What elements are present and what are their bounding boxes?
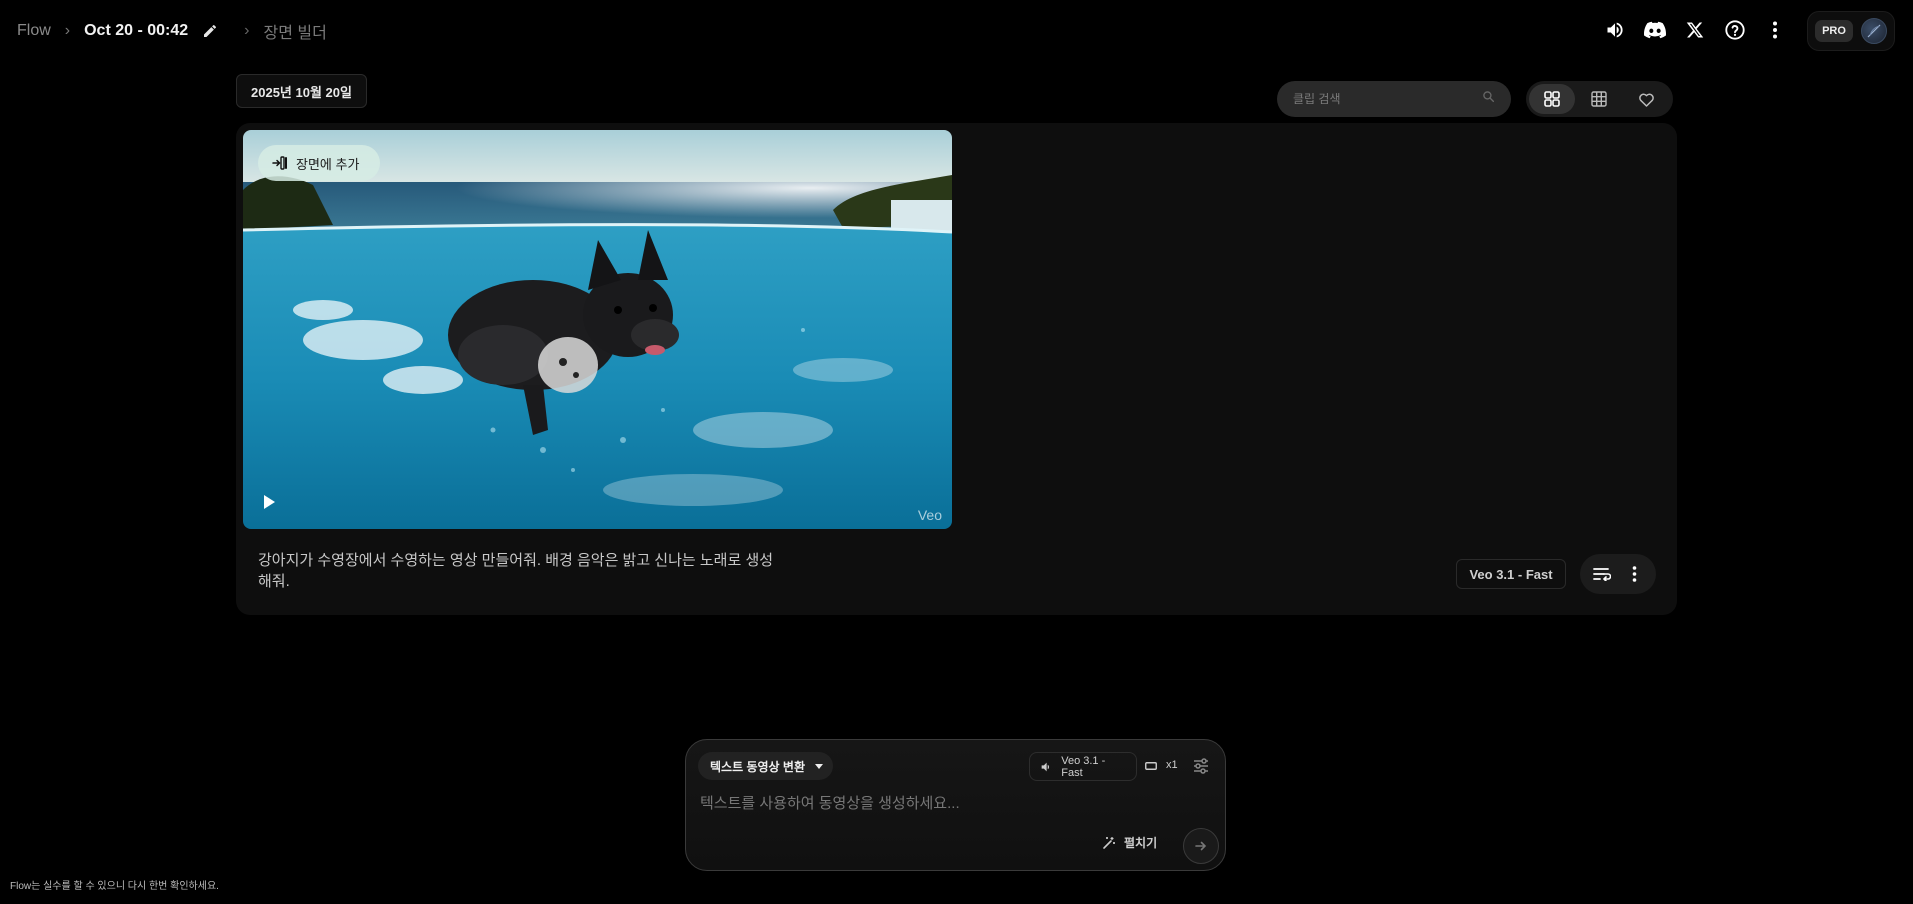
speaker-icon: [1041, 762, 1050, 771]
discord-icon[interactable]: [1635, 16, 1675, 44]
view-toggle: [1526, 81, 1673, 117]
clip-card: 장면에 추가 Veo 강아지가 수영장에서 수영하는 영상 만들어줘. 배경 음…: [236, 123, 1677, 615]
play-icon[interactable]: [261, 493, 279, 511]
heart-icon: [1638, 93, 1654, 107]
magic-wand-icon: [1103, 836, 1115, 849]
add-to-scene-button[interactable]: 장면에 추가: [258, 145, 380, 181]
mode-select[interactable]: 텍스트 동영상 변환: [698, 752, 833, 780]
speaker-icon[interactable]: [1595, 16, 1635, 44]
compact-grid-view-button[interactable]: [1576, 84, 1622, 114]
grid-view-button[interactable]: [1529, 84, 1575, 114]
account-area[interactable]: PRO: [1807, 11, 1895, 51]
caret-down-icon: [815, 763, 823, 769]
clip-search: [1277, 81, 1511, 117]
favorites-button[interactable]: [1623, 84, 1669, 114]
settings-sliders-icon[interactable]: [1192, 757, 1210, 775]
breadcrumb-flow-link[interactable]: Flow: [17, 22, 51, 40]
video-thumbnail[interactable]: 장면에 추가 Veo: [243, 130, 952, 529]
chevron-right-icon: ›: [64, 22, 71, 39]
date-group-label: 2025년 10월 20일: [236, 74, 367, 108]
disclaimer-text: Flow는 실수를 할 수 있으니 다시 한번 확인하세요.: [10, 881, 219, 892]
clip-actions: [1580, 554, 1656, 594]
top-icon-group: [1595, 16, 1795, 44]
clip-more-button[interactable]: [1619, 559, 1649, 589]
model-label: Veo 3.1 - Fast: [1061, 754, 1106, 779]
output-count[interactable]: x1: [1166, 759, 1178, 771]
edit-pencil-icon[interactable]: [202, 23, 218, 39]
breadcrumb-scene-builder[interactable]: 장면 빌더: [264, 19, 327, 43]
kebab-menu-icon[interactable]: [1755, 16, 1795, 44]
reuse-prompt-button[interactable]: [1587, 559, 1617, 589]
search-icon[interactable]: [1482, 90, 1495, 108]
avatar[interactable]: [1860, 18, 1887, 44]
clip-prompt-text: 강아지가 수영장에서 수영하는 영상 만들어줘. 배경 음악은 밝고 신나는 노…: [258, 552, 774, 590]
reuse-prompt-icon: [1593, 568, 1611, 581]
project-title: Oct 20 - 00:42: [84, 22, 189, 39]
add-to-scene-icon: [272, 156, 287, 170]
expand-label: 펼치기: [1124, 836, 1158, 850]
arrow-right-icon: [1195, 841, 1207, 851]
top-bar: Flow › Oct 20 - 00:42 › 장면 빌더 PRO: [0, 0, 1913, 60]
grid-large-icon: [1544, 91, 1560, 107]
breadcrumb: Flow › Oct 20 - 00:42 › 장면 빌더: [17, 19, 327, 43]
help-icon[interactable]: [1715, 16, 1755, 44]
add-to-scene-label: 장면에 추가: [296, 156, 360, 172]
pro-badge: PRO: [1815, 20, 1853, 42]
aspect-ratio-icon[interactable]: [1144, 759, 1158, 773]
search-input[interactable]: [1293, 92, 1482, 106]
clip-model-badge: Veo 3.1 - Fast: [1456, 559, 1566, 589]
prompt-input[interactable]: [700, 792, 1200, 820]
prompt-composer: 텍스트 동영상 변환 Veo 3.1 - Fast x1 펼치기: [685, 739, 1226, 871]
send-button[interactable]: [1183, 828, 1219, 864]
model-select[interactable]: Veo 3.1 - Fast: [1029, 752, 1137, 781]
veo-watermark: Veo: [917, 507, 942, 523]
mode-label: 텍스트 동영상 변환: [710, 759, 805, 774]
kebab-menu-icon: [1632, 566, 1636, 582]
chevron-right-icon: ›: [244, 22, 250, 39]
x-logo-icon[interactable]: [1675, 16, 1715, 44]
grid-small-icon: [1591, 91, 1607, 107]
expand-button[interactable]: 펼치기: [1102, 834, 1157, 851]
